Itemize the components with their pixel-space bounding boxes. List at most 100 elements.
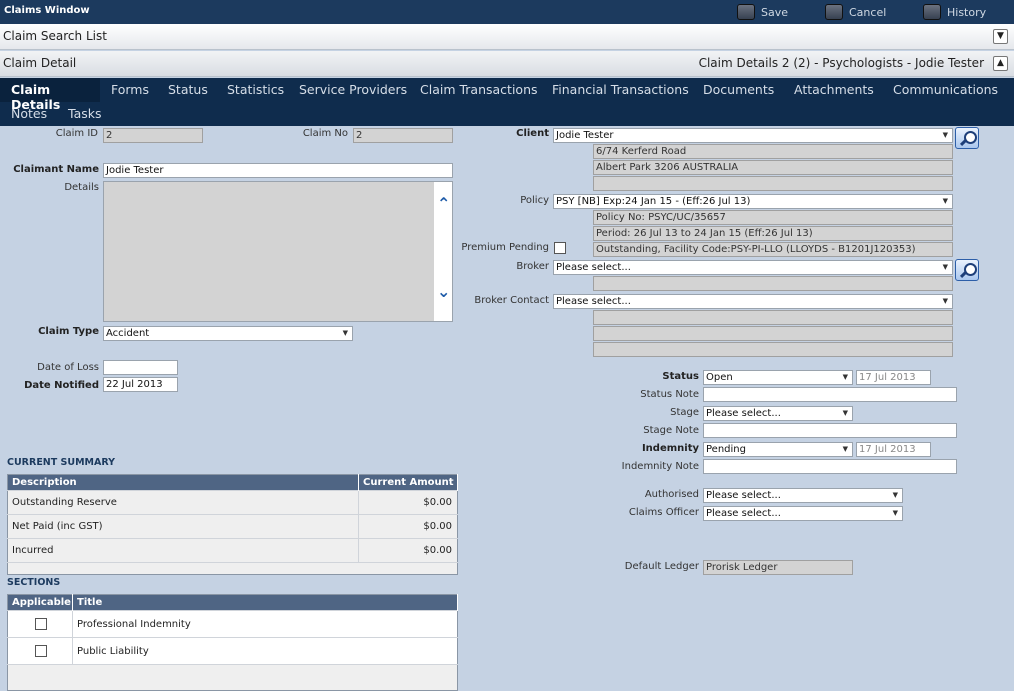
scroll-up-icon[interactable]: ⌃ bbox=[437, 194, 450, 213]
cancel-button[interactable]: Cancel bbox=[825, 2, 886, 22]
tab-tasks[interactable]: Tasks bbox=[68, 106, 102, 121]
claims-officer-select[interactable]: Please select... bbox=[703, 506, 903, 521]
claim-no-label: Claim No bbox=[302, 128, 348, 139]
table-row: Net Paid (inc GST) $0.00 bbox=[7, 514, 458, 539]
indemnity-note-label: Indemnity Note bbox=[621, 461, 699, 472]
premium-pending-checkbox[interactable] bbox=[554, 242, 566, 254]
summary-amount: $0.00 bbox=[358, 490, 458, 515]
description-header: Description bbox=[7, 474, 359, 491]
status-note-label: Status Note bbox=[640, 389, 699, 400]
tab-service-providers[interactable]: Service Providers bbox=[299, 82, 407, 97]
status-label: Status bbox=[662, 371, 699, 382]
indemnity-note-field[interactable] bbox=[703, 459, 957, 474]
history-icon bbox=[923, 4, 941, 20]
current-summary-title: CURRENT SUMMARY bbox=[7, 457, 116, 468]
claimant-name-label: Claimant Name bbox=[13, 164, 99, 175]
claim-no-field: 2 bbox=[353, 128, 453, 143]
tab-claim-transactions[interactable]: Claim Transactions bbox=[420, 82, 538, 97]
client-search-icon[interactable] bbox=[955, 127, 979, 149]
claims-officer-label: Claims Officer bbox=[628, 507, 699, 518]
table-filler-row bbox=[7, 562, 458, 575]
section-applicable-checkbox[interactable] bbox=[35, 618, 47, 630]
current-amount-header: Current Amount bbox=[358, 474, 458, 491]
save-label: Save bbox=[761, 5, 789, 19]
broker-search-icon[interactable] bbox=[955, 259, 979, 281]
broker-label: Broker bbox=[516, 261, 549, 272]
history-button[interactable]: History bbox=[923, 2, 986, 22]
section-title: Public Liability bbox=[72, 637, 458, 665]
save-icon bbox=[737, 4, 755, 20]
applicable-cell bbox=[7, 637, 73, 665]
tab-claim-details[interactable]: Claim Details bbox=[0, 78, 100, 112]
summary-description: Outstanding Reserve bbox=[7, 490, 359, 515]
save-button[interactable]: Save bbox=[737, 2, 788, 22]
broker-contact-label: Broker Contact bbox=[474, 295, 549, 306]
details-textarea[interactable]: ⌃ ⌄ bbox=[103, 181, 453, 322]
authorised-select[interactable]: Please select... bbox=[703, 488, 903, 503]
broker-info bbox=[593, 276, 953, 291]
table-row: Outstanding Reserve $0.00 bbox=[7, 490, 458, 515]
sections-title: SECTIONS bbox=[7, 577, 61, 588]
table-filler-row bbox=[7, 664, 458, 691]
default-ledger-label: Default Ledger bbox=[624, 561, 699, 572]
client-select[interactable]: Jodie Tester bbox=[553, 128, 953, 143]
tab-communications[interactable]: Communications bbox=[893, 82, 998, 97]
status-date-field[interactable]: 17 Jul 2013 bbox=[856, 370, 931, 385]
indemnity-select[interactable]: Pending bbox=[703, 442, 853, 457]
table-filler bbox=[7, 562, 458, 575]
policy-select[interactable]: PSY [NB] Exp:24 Jan 15 - (Eff:26 Jul 13) bbox=[553, 194, 953, 209]
window-title: Claims Window bbox=[4, 5, 90, 16]
policy-period: Period: 26 Jul 13 to 24 Jan 15 (Eff:26 J… bbox=[593, 226, 953, 241]
claimant-name-field[interactable]: Jodie Tester bbox=[103, 163, 453, 178]
section-applicable-checkbox[interactable] bbox=[35, 645, 47, 657]
status-select[interactable]: Open bbox=[703, 370, 853, 385]
summary-description: Incurred bbox=[7, 538, 359, 563]
policy-number: Policy No: PSYC/UC/35657 bbox=[593, 210, 953, 225]
status-note-field[interactable] bbox=[703, 387, 957, 402]
tab-status[interactable]: Status bbox=[168, 82, 208, 97]
scroll-down-icon[interactable]: ⌄ bbox=[437, 282, 450, 301]
stage-note-field[interactable] bbox=[703, 423, 957, 438]
broker-contact-select[interactable]: Please select... bbox=[553, 294, 953, 309]
claim-search-list-label: Claim Search List bbox=[3, 29, 107, 43]
section-title: Professional Indemnity bbox=[72, 610, 458, 638]
policy-status: Outstanding, Facility Code:PSY-PI-LLO (L… bbox=[593, 242, 953, 257]
chevron-up-icon[interactable]: ▲ bbox=[993, 56, 1008, 71]
date-of-loss-label: Date of Loss bbox=[37, 362, 99, 373]
client-address-line1: 6/74 Kerferd Road bbox=[593, 144, 953, 159]
table-header-row: Description Current Amount bbox=[7, 474, 458, 491]
claim-search-list-bar[interactable]: Claim Search List ▼ bbox=[0, 24, 1014, 50]
stage-select[interactable]: Please select... bbox=[703, 406, 853, 421]
title-header: Title bbox=[72, 594, 458, 611]
table-row: Professional Indemnity bbox=[7, 610, 458, 638]
title-bar: Claims Window Save Cancel History bbox=[0, 0, 1014, 24]
tab-documents[interactable]: Documents bbox=[703, 82, 774, 97]
claim-detail-bar: Claim Detail Claim Details 2 (2) - Psych… bbox=[0, 51, 1014, 77]
broker-contact-info-1 bbox=[593, 310, 953, 325]
summary-description: Net Paid (inc GST) bbox=[7, 514, 359, 539]
premium-pending-label: Premium Pending bbox=[461, 242, 549, 253]
policy-label: Policy bbox=[520, 195, 549, 206]
claim-type-label: Claim Type bbox=[38, 326, 99, 337]
claim-type-select[interactable]: Accident bbox=[103, 326, 353, 341]
table-header-row: Applicable Title bbox=[7, 594, 458, 611]
tab-attachments[interactable]: Attachments bbox=[794, 82, 874, 97]
table-filler bbox=[7, 664, 458, 691]
chevron-down-icon[interactable]: ▼ bbox=[993, 29, 1008, 44]
tab-financial-transactions[interactable]: Financial Transactions bbox=[552, 82, 689, 97]
cancel-label: Cancel bbox=[849, 5, 887, 19]
applicable-cell bbox=[7, 610, 73, 638]
stage-note-label: Stage Note bbox=[643, 425, 699, 436]
applicable-header: Applicable bbox=[7, 594, 73, 611]
tab-forms[interactable]: Forms bbox=[111, 82, 149, 97]
indemnity-date-field[interactable]: 17 Jul 2013 bbox=[856, 442, 931, 457]
client-address-line3 bbox=[593, 176, 953, 191]
tab-statistics[interactable]: Statistics bbox=[227, 82, 284, 97]
client-address-line2: Albert Park 3206 AUSTRALIA bbox=[593, 160, 953, 175]
date-notified-field[interactable]: 22 Jul 2013 bbox=[103, 377, 178, 392]
cancel-icon bbox=[825, 4, 843, 20]
broker-select[interactable]: Please select... bbox=[553, 260, 953, 275]
details-label: Details bbox=[64, 182, 99, 193]
date-of-loss-field[interactable] bbox=[103, 360, 178, 375]
tab-notes[interactable]: Notes bbox=[11, 106, 47, 121]
